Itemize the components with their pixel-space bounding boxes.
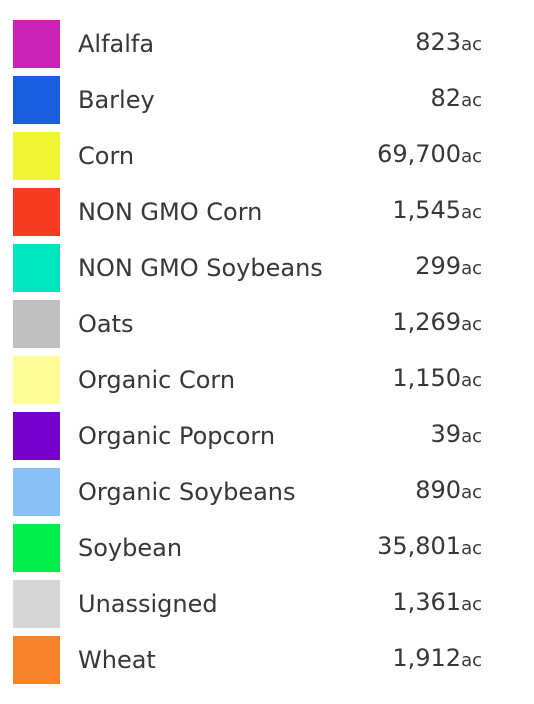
acreage-unit: ac	[461, 202, 482, 223]
crop-label: NON GMO Soybeans	[78, 254, 323, 282]
acreage-value: 1,545ac	[392, 192, 482, 231]
legend-item: Corn 69,700ac	[0, 132, 534, 188]
color-swatch	[13, 636, 60, 684]
legend-item: Alfalfa 823ac	[0, 20, 534, 76]
acreage-value: 69,700ac	[377, 136, 482, 175]
acreage-value: 82ac	[431, 80, 482, 119]
acreage-unit: ac	[461, 482, 482, 503]
crop-label: Barley	[78, 86, 155, 114]
color-swatch	[13, 356, 60, 404]
acreage-unit: ac	[461, 594, 482, 615]
acreage-unit: ac	[461, 34, 482, 55]
legend-item: Unassigned 1,361ac	[0, 580, 534, 636]
crop-label: Alfalfa	[78, 30, 155, 58]
acreage-number: 82	[430, 84, 462, 112]
acreage-value: 1,912ac	[392, 640, 482, 679]
color-swatch	[13, 580, 60, 628]
crop-label: Unassigned	[78, 590, 218, 618]
acreage-unit: ac	[461, 90, 482, 111]
crop-label: Oats	[78, 310, 134, 338]
acreage-unit: ac	[461, 426, 482, 447]
legend-item: Wheat 1,912ac	[0, 636, 534, 692]
legend-item: Soybean 35,801ac	[0, 524, 534, 580]
acreage-unit: ac	[461, 538, 482, 559]
acreage-number: 1,150	[392, 364, 462, 392]
acreage-value: 890ac	[415, 472, 482, 511]
acreage-value: 39ac	[431, 416, 482, 455]
color-swatch	[13, 300, 60, 348]
color-swatch	[13, 132, 60, 180]
legend-item: NON GMO Corn 1,545ac	[0, 188, 534, 244]
acreage-unit: ac	[461, 314, 482, 335]
acreage-number: 299	[415, 252, 462, 280]
crop-label: Organic Popcorn	[78, 422, 276, 450]
legend-item: Organic Popcorn 39ac	[0, 412, 534, 468]
acreage-number: 890	[415, 476, 462, 504]
crop-label: Organic Corn	[78, 366, 236, 394]
acreage-unit: ac	[461, 146, 482, 167]
color-swatch	[13, 412, 60, 460]
acreage-unit: ac	[461, 258, 482, 279]
acreage-number: 35,801	[377, 532, 462, 560]
color-swatch	[13, 20, 60, 68]
legend-item: Oats 1,269ac	[0, 300, 534, 356]
acreage-value: 35,801ac	[377, 528, 482, 567]
acreage-number: 1,545	[392, 196, 462, 224]
acreage-number: 39	[430, 420, 462, 448]
crop-label: NON GMO Corn	[78, 198, 263, 226]
acreage-number: 823	[415, 28, 462, 56]
color-swatch	[13, 76, 60, 124]
acreage-number: 69,700	[377, 140, 462, 168]
acreage-value: 823ac	[415, 24, 482, 63]
crop-label: Corn	[78, 142, 135, 170]
acreage-unit: ac	[461, 650, 482, 671]
color-swatch	[13, 468, 60, 516]
acreage-number: 1,269	[392, 308, 462, 336]
crop-label: Wheat	[78, 646, 156, 674]
acreage-value: 1,361ac	[392, 584, 482, 623]
color-swatch	[13, 524, 60, 572]
acreage-unit: ac	[461, 370, 482, 391]
color-swatch	[13, 188, 60, 236]
crop-label: Organic Soybeans	[78, 478, 296, 506]
legend-item: NON GMO Soybeans 299ac	[0, 244, 534, 300]
crop-legend: Alfalfa 823ac Barley 82ac Corn 69,700ac NON GM…	[0, 20, 534, 692]
acreage-number: 1,912	[392, 644, 462, 672]
acreage-value: 1,269ac	[392, 304, 482, 343]
legend-item: Organic Soybeans 890ac	[0, 468, 534, 524]
crop-label: Soybean	[78, 534, 183, 562]
color-swatch	[13, 244, 60, 292]
acreage-number: 1,361	[392, 588, 462, 616]
legend-item: Organic Corn 1,150ac	[0, 356, 534, 412]
acreage-value: 299ac	[415, 248, 482, 287]
acreage-value: 1,150ac	[392, 360, 482, 399]
legend-item: Barley 82ac	[0, 76, 534, 132]
